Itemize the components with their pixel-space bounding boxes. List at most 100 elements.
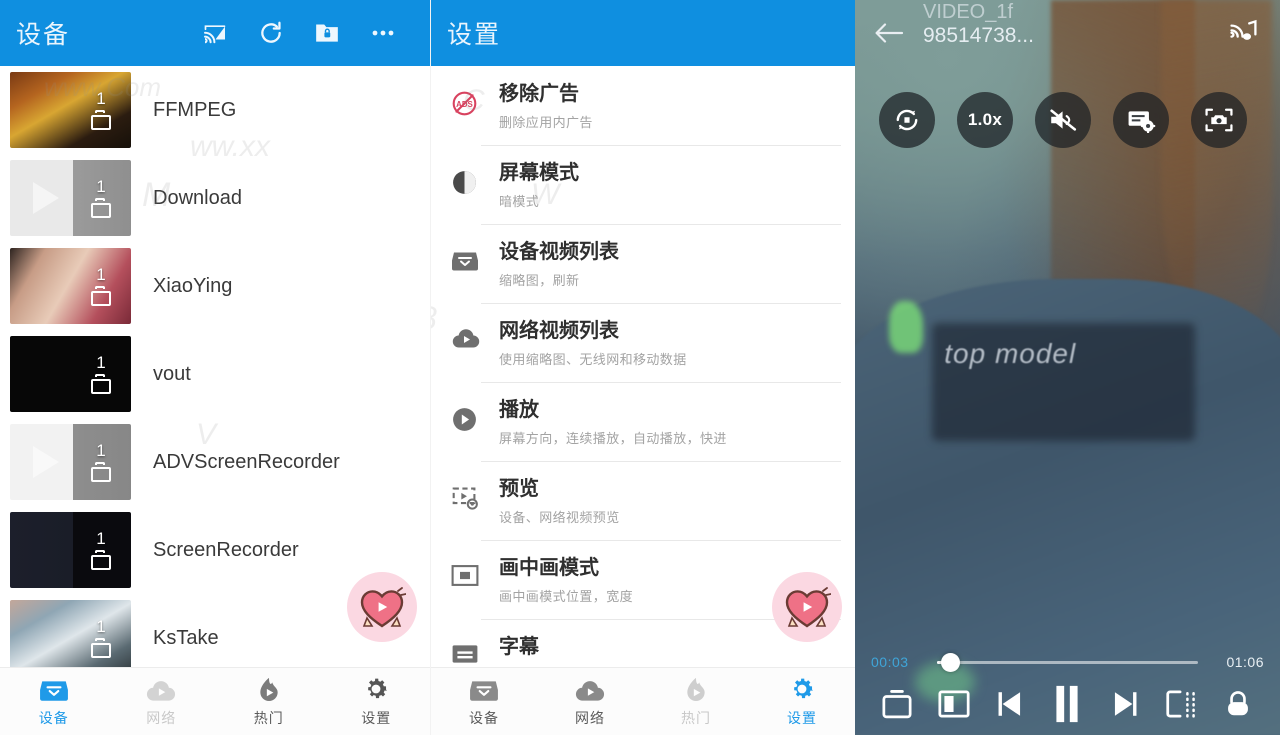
settings-item-subtitle: 缩略图，刷新 (499, 273, 580, 288)
subtitle-settings-button[interactable] (1113, 92, 1169, 148)
seek-track (937, 660, 1198, 664)
cloud-play-icon (574, 675, 606, 703)
inbox-icon (39, 675, 69, 703)
tab-device[interactable]: 设备 (431, 668, 537, 735)
settings-item-playback[interactable]: 播放 屏幕方向，连续播放，自动播放，快进 (431, 382, 855, 461)
video-folder-icon (90, 462, 112, 482)
folder-name: Download (153, 186, 242, 209)
screenshot-button[interactable] (1191, 92, 1247, 148)
tab-device[interactable]: 设备 (0, 668, 108, 735)
folder-count-badge: 1 (75, 252, 127, 320)
tab-network-label: 网络 (575, 710, 605, 726)
tab-device-label: 设备 (469, 710, 499, 726)
video-folder-icon (90, 550, 112, 570)
folder-name: ScreenRecorder (153, 538, 299, 561)
settings-item-subtitle: 删除应用内广告 (499, 115, 593, 130)
pause-button[interactable] (1043, 680, 1091, 728)
tab-popular-label: 热门 (253, 710, 284, 726)
list-item[interactable]: 1 vout (0, 330, 430, 418)
folder-count-badge: 1 (75, 428, 127, 496)
video-folder-icon (90, 638, 112, 658)
tab-network[interactable]: 网络 (108, 668, 216, 735)
inbox-icon (469, 675, 499, 703)
video-player-panel[interactable]: top model VIDEO_1f 98514738... 1.0x 00:0… (855, 0, 1280, 735)
device-appbar-actions (202, 20, 414, 46)
player-top-bar: VIDEO_1f 98514738... (855, 0, 1280, 66)
folder-count: 1 (96, 441, 106, 460)
rotate-lock-button[interactable] (879, 92, 935, 148)
total-time: 01:06 (1226, 654, 1264, 670)
folder-name: ADVScreenRecorder (153, 450, 340, 473)
folder-count: 1 (96, 617, 106, 636)
play-placeholder-icon (33, 446, 60, 478)
settings-item-device-video-list[interactable]: 设备视频列表 缩略图，刷新 (431, 224, 855, 303)
list-item[interactable]: 1 FFMPEG (0, 66, 430, 154)
split-screen-button[interactable] (930, 680, 978, 728)
cast-audio-icon[interactable] (1220, 13, 1266, 53)
list-item[interactable]: 1 Download (0, 154, 430, 242)
preview-screen-icon (451, 477, 495, 512)
tab-settings-label: 设置 (361, 710, 392, 726)
settings-item-screen-mode[interactable]: 屏幕模式 暗模式 (431, 145, 855, 224)
player-title: VIDEO_1f 98514738... (923, 2, 1034, 48)
pip-icon (451, 556, 495, 587)
lock-button[interactable] (1214, 680, 1262, 728)
settings-item-subtitle: 画中画模式位置，宽度 (499, 589, 634, 604)
mute-button[interactable] (1035, 92, 1091, 148)
player-seek-row: 00:03 01:06 (855, 649, 1280, 675)
settings-item-title: 画中画模式 (499, 557, 599, 579)
player-controls (855, 675, 1280, 733)
player-title-line2: 98514738... (923, 24, 1034, 48)
folder-name: KsTake (153, 626, 219, 649)
list-item[interactable]: 1 ADVScreenRecorder (0, 418, 430, 506)
folder-count-badge: 1 (75, 164, 127, 232)
folder-thumbnail: 1 (10, 600, 131, 667)
pip-toggle-button[interactable] (1157, 680, 1205, 728)
video-folder-icon (90, 198, 112, 218)
heart-play-watermark (772, 572, 842, 642)
next-button[interactable] (1100, 680, 1148, 728)
folder-count: 1 (96, 529, 106, 548)
folder-count-badge: 1 (75, 76, 127, 144)
settings-item-title: 播放 (499, 399, 539, 421)
settings-item-text: 移除广告 删除应用内广告 (495, 82, 593, 131)
playback-speed-button[interactable]: 1.0x (957, 92, 1013, 148)
lock-folder-icon[interactable] (314, 20, 340, 46)
aspect-ratio-button[interactable] (873, 680, 921, 728)
settings-item-title: 网络视频列表 (499, 320, 619, 342)
ads-blocked-icon: ADS (451, 82, 495, 117)
settings-item-remove-ads[interactable]: ADS 移除广告 删除应用内广告 (431, 66, 855, 145)
device-tabbar: 设备 网络 热门 设置 (0, 667, 430, 735)
folder-thumbnail: 1 (10, 248, 131, 324)
seek-knob[interactable] (941, 652, 961, 672)
gear-icon (362, 675, 390, 703)
cloud-play-icon (145, 675, 177, 703)
folder-count-badge: 1 (75, 604, 127, 667)
tab-popular[interactable]: 热门 (215, 668, 323, 735)
list-item[interactable]: 1 XiaoYing (0, 242, 430, 330)
cast-icon[interactable] (202, 20, 228, 46)
tab-settings[interactable]: 设置 (323, 668, 431, 735)
cloud-play-icon (451, 319, 495, 350)
playback-speed-label: 1.0x (967, 110, 1003, 129)
back-arrow-icon[interactable] (869, 13, 909, 53)
settings-item-text: 预览 设备、网络视频预览 (495, 477, 620, 526)
overflow-menu-icon[interactable] (370, 20, 396, 46)
settings-item-network-video-list[interactable]: 网络视频列表 使用缩略图、无线网和移动数据 (431, 303, 855, 382)
tab-popular[interactable]: 热门 (643, 668, 749, 735)
video-frame-detail: top model (944, 338, 1077, 370)
folder-thumbnail: 1 (10, 336, 131, 412)
folder-count: 1 (96, 353, 106, 372)
settings-item-text: 设备视频列表 缩略图，刷新 (495, 240, 619, 289)
folder-thumbnail: 1 (10, 424, 131, 500)
settings-item-preview[interactable]: 预览 设备、网络视频预览 (431, 461, 855, 540)
folder-thumbnail: 1 (10, 512, 131, 588)
tab-network[interactable]: 网络 (537, 668, 643, 735)
refresh-icon[interactable] (258, 20, 284, 46)
seek-bar[interactable] (937, 649, 1198, 675)
previous-button[interactable] (987, 680, 1035, 728)
settings-item-subtitle: 暗模式 (499, 194, 540, 209)
settings-appbar-title: 设置 (447, 21, 502, 49)
folder-count: 1 (96, 265, 106, 284)
tab-settings[interactable]: 设置 (749, 668, 855, 735)
